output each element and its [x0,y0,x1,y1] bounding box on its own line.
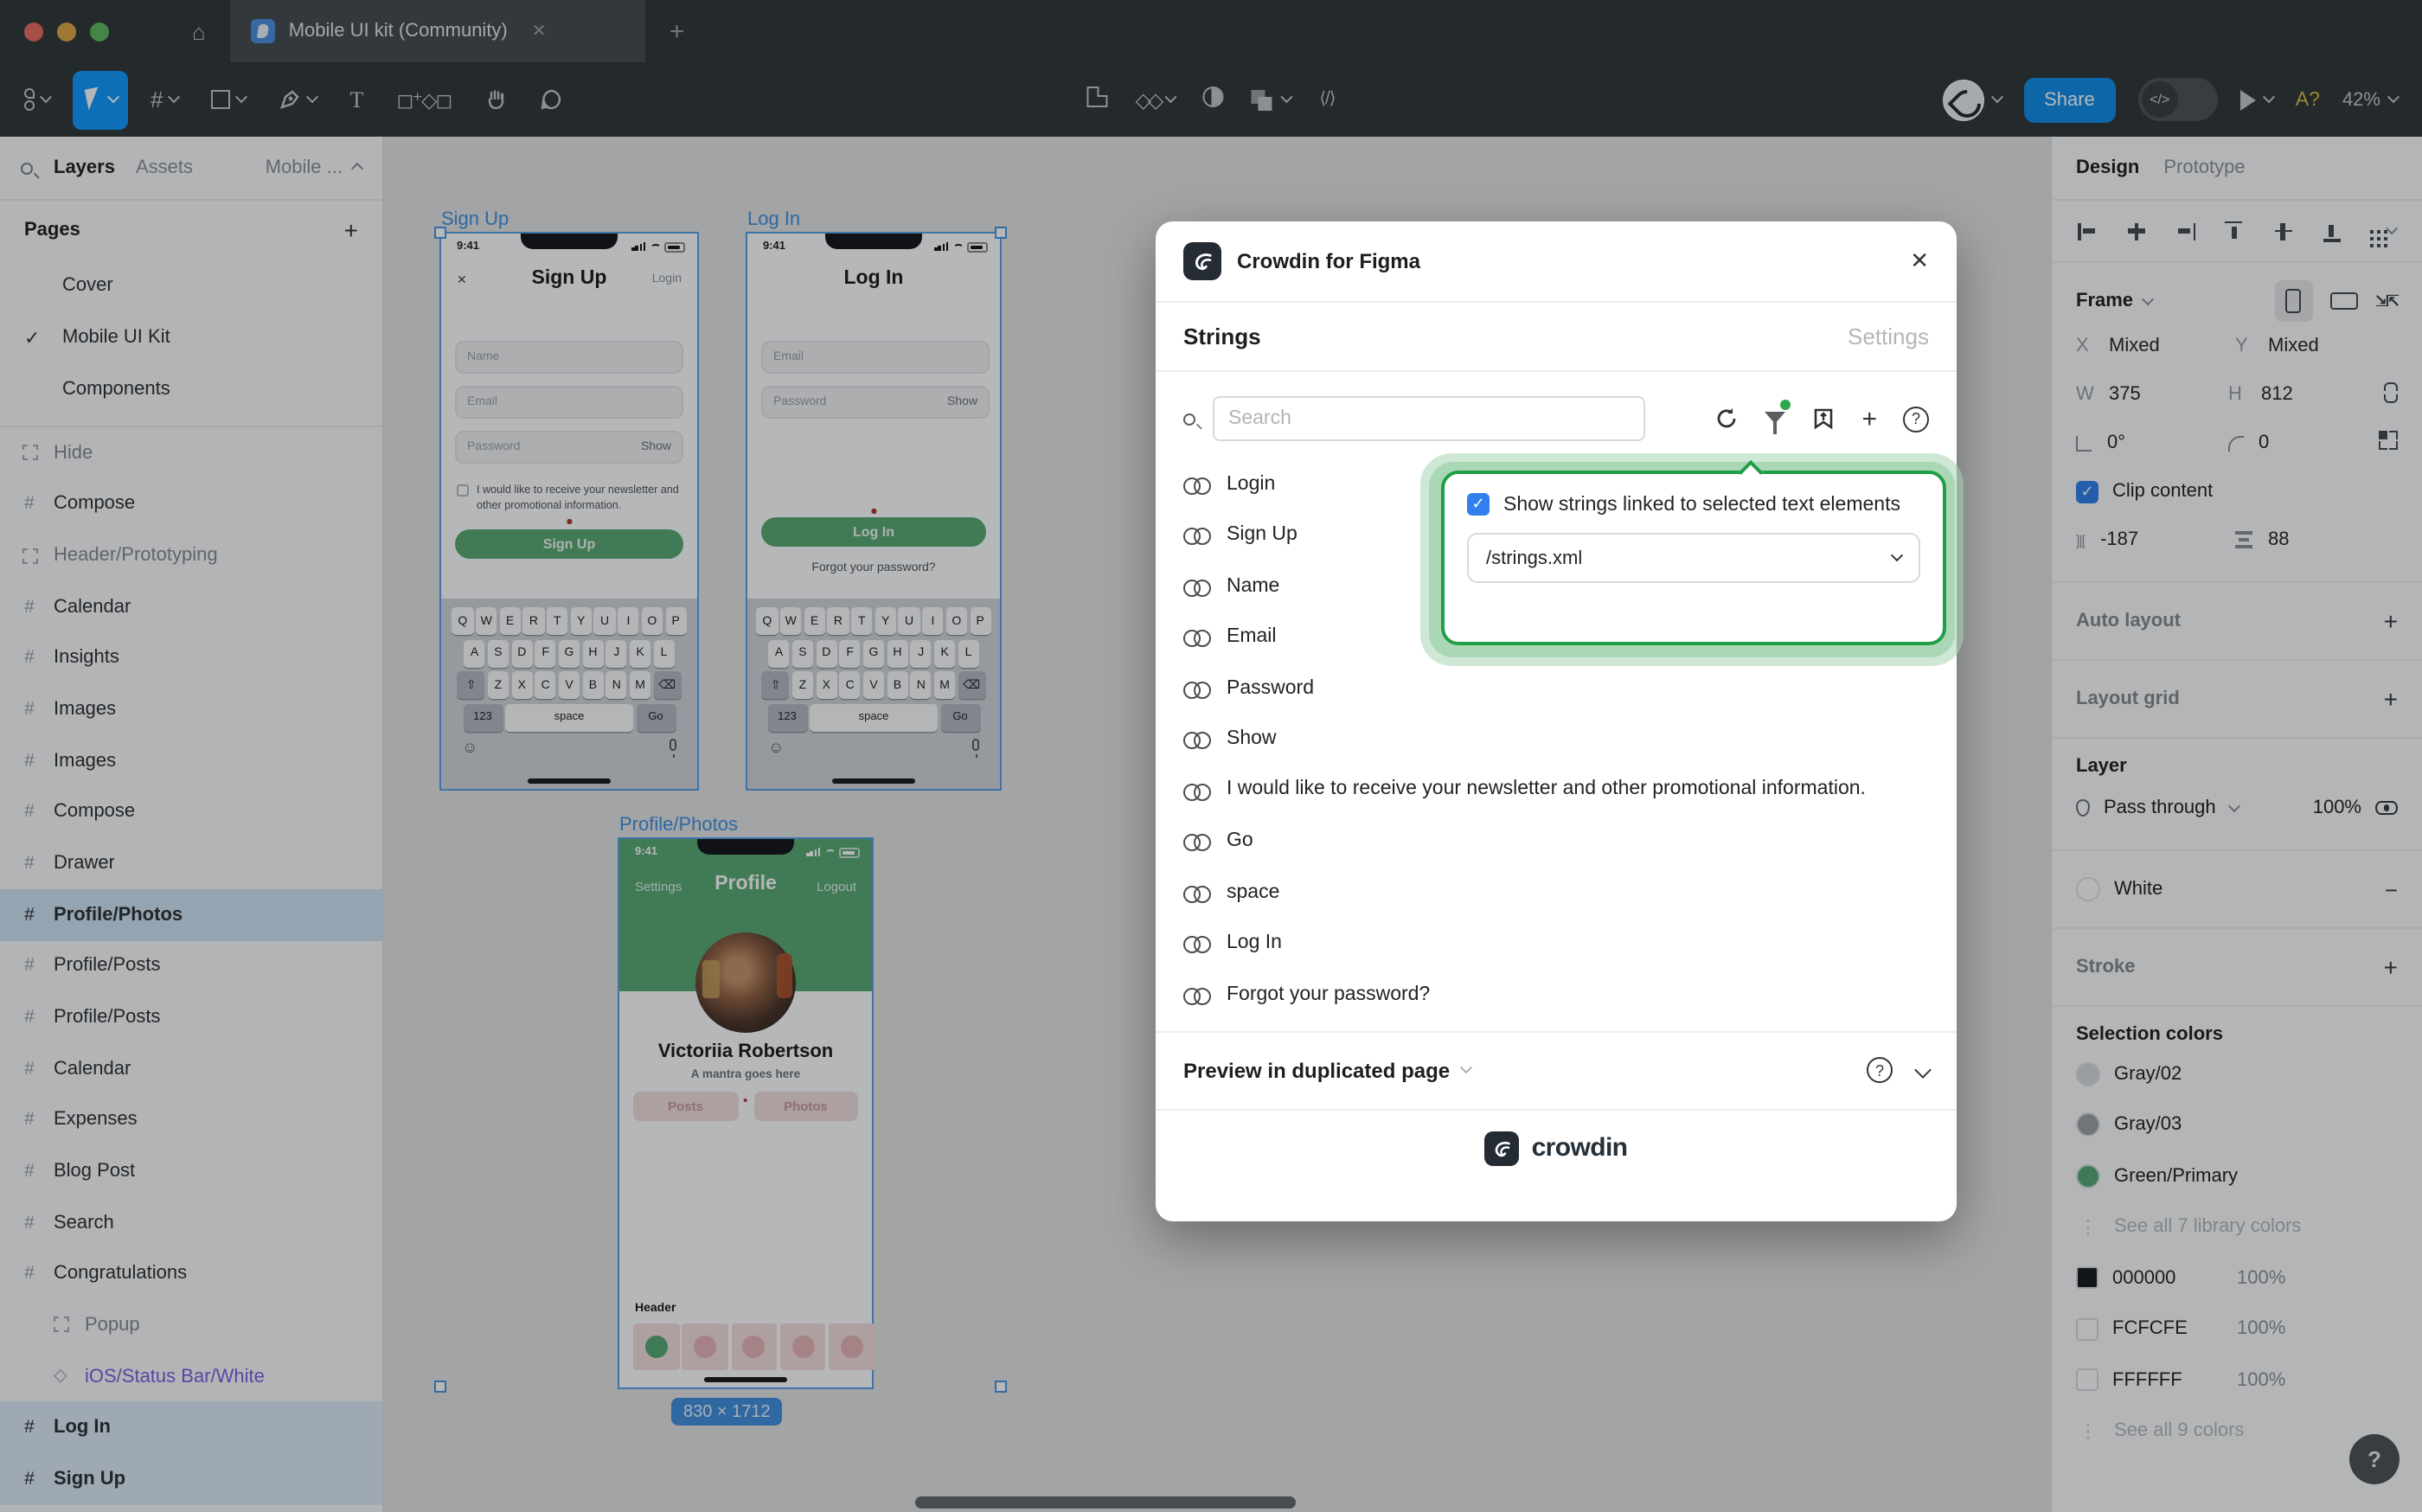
filter-button[interactable] [1765,408,1785,429]
link-icon [1183,580,1209,593]
tab-strings[interactable]: Strings [1183,324,1261,349]
link-icon [1183,835,1209,849]
crowdin-logo-icon [1183,242,1221,280]
preview-label[interactable]: Preview in duplicated page [1183,1058,1450,1082]
add-string-button[interactable]: + [1861,404,1877,433]
search-icon [1183,413,1195,425]
show-linked-strings-label: Show strings linked to selected text ele… [1503,494,1900,515]
link-icon [1183,988,1209,1002]
export-icon[interactable] [1811,407,1836,431]
string-row[interactable]: I would like to receive your newsletter … [1183,765,1929,816]
strings-file-select[interactable]: /strings.xml [1467,533,1920,583]
crowdin-wordmark: crowdin [1532,1133,1628,1163]
string-row[interactable]: Show [1183,714,1929,765]
chevron-down-icon[interactable] [1914,1061,1932,1079]
filter-icon [1765,412,1785,424]
show-linked-strings-checkbox[interactable]: ✓ [1467,493,1490,516]
help-icon[interactable]: ? [1867,1057,1893,1083]
help-icon[interactable]: ? [1903,406,1929,432]
string-row[interactable]: space [1183,867,1929,918]
refresh-icon[interactable] [1714,407,1739,431]
crowdin-brand: crowdin [1156,1108,1957,1186]
dialog-title: Crowdin for Figma [1237,249,1420,273]
search-input[interactable]: Search [1213,396,1645,441]
link-icon [1183,886,1209,900]
link-icon [1183,529,1209,542]
link-icon [1183,682,1209,695]
crowdin-logo-icon [1485,1131,1520,1165]
figma-app: ⌂ Mobile UI kit (Community) ✕ + # T ◻⁺◇◻… [0,0,2422,1512]
linked-strings-tooltip: ✓ Show strings linked to selected text e… [1441,471,1946,645]
strings-file-value: /strings.xml [1486,548,1582,568]
close-dialog-icon[interactable]: ✕ [1910,247,1929,275]
link-icon [1183,631,1209,644]
filter-active-dot [1780,400,1791,410]
link-icon [1183,477,1209,491]
string-row[interactable]: Go [1183,816,1929,867]
string-row[interactable]: Forgot your password? [1183,969,1929,1020]
link-icon [1183,937,1209,951]
string-row[interactable]: Password [1183,663,1929,714]
crowdin-plugin-dialog: Crowdin for Figma ✕ Strings Settings Sea… [1156,221,1957,1221]
string-row[interactable]: Log In [1183,918,1929,969]
link-icon [1183,784,1209,798]
link-icon [1183,733,1209,746]
tab-settings[interactable]: Settings [1848,324,1929,349]
